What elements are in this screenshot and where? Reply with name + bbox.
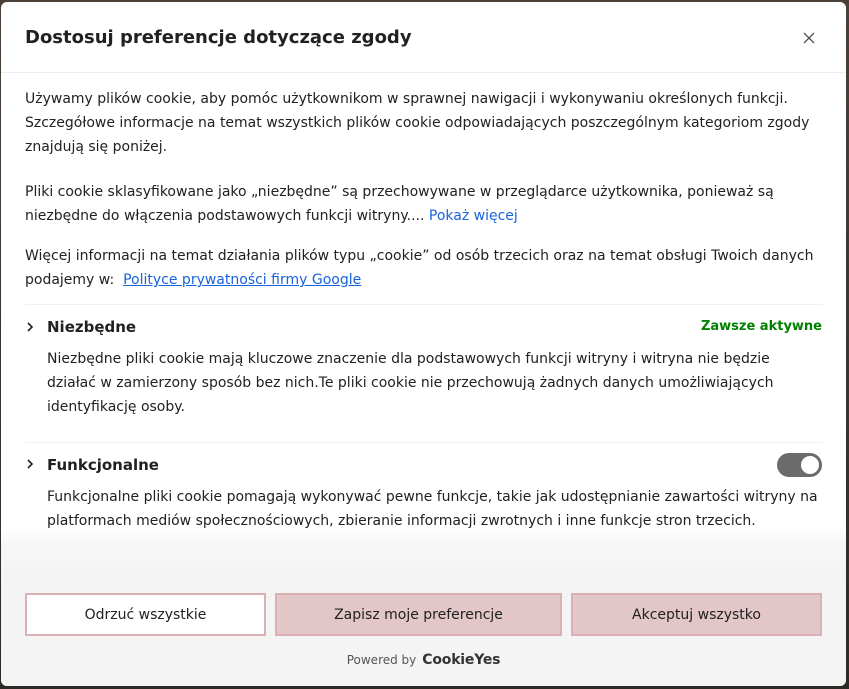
chevron-right-icon: [27, 322, 34, 332]
functional-toggle[interactable]: [777, 453, 822, 477]
save-preferences-button[interactable]: Zapisz moje preferencje: [275, 593, 562, 636]
close-button[interactable]: [799, 28, 819, 48]
modal-header: Dostosuj preferencje dotyczące zgody: [1, 2, 846, 73]
modal-body: Używamy plików cookie, aby pomóc użytkow…: [1, 73, 846, 533]
expand-necessary-button[interactable]: [23, 320, 37, 334]
intro-paragraph: Używamy plików cookie, aby pomóc użytkow…: [25, 91, 810, 155]
powered-by: Powered by CookieYes: [1, 652, 846, 668]
show-more-link[interactable]: Pokaż więcej: [429, 208, 518, 224]
powered-by-text: Powered by: [346, 653, 417, 667]
consent-preferences-modal: Dostosuj preferencje dotyczące zgody Uży…: [1, 2, 846, 686]
chevron-right-icon: [27, 459, 34, 469]
necessary-info-paragraph: Pliki cookie sklasyfikowane jako „niezbę…: [25, 180, 820, 228]
accept-all-button[interactable]: Akceptuj wszystko: [571, 593, 822, 636]
privacy-policy-link[interactable]: Polityce prywatności firmy Google: [123, 272, 361, 288]
section-divider: [25, 442, 823, 443]
close-icon: [803, 32, 815, 44]
cookieyes-logo[interactable]: CookieYes: [422, 652, 500, 668]
necessary-info-text: Pliki cookie sklasyfikowane jako „niezbę…: [25, 184, 774, 224]
modal-footer: Odrzuć wszystkie Zapisz moje preferencje…: [1, 562, 846, 686]
category-title-necessary[interactable]: Niezbędne: [47, 317, 136, 337]
section-divider: [25, 304, 823, 305]
modal-title: Dostosuj preferencje dotyczące zgody: [25, 27, 412, 48]
reject-all-button[interactable]: Odrzuć wszystkie: [25, 593, 266, 636]
category-description-necessary: Niezbędne pliki cookie mają kluczowe zna…: [47, 351, 774, 415]
category-description-functional: Funkcjonalne pliki cookie pomagają wykon…: [47, 489, 818, 529]
category-title-functional[interactable]: Funkcjonalne: [47, 455, 159, 475]
expand-functional-button[interactable]: [23, 457, 37, 471]
always-active-status: Zawsze aktywne: [700, 319, 822, 334]
third-party-info-paragraph: Więcej informacji na temat działania pli…: [25, 244, 820, 292]
toggle-knob: [801, 456, 819, 474]
